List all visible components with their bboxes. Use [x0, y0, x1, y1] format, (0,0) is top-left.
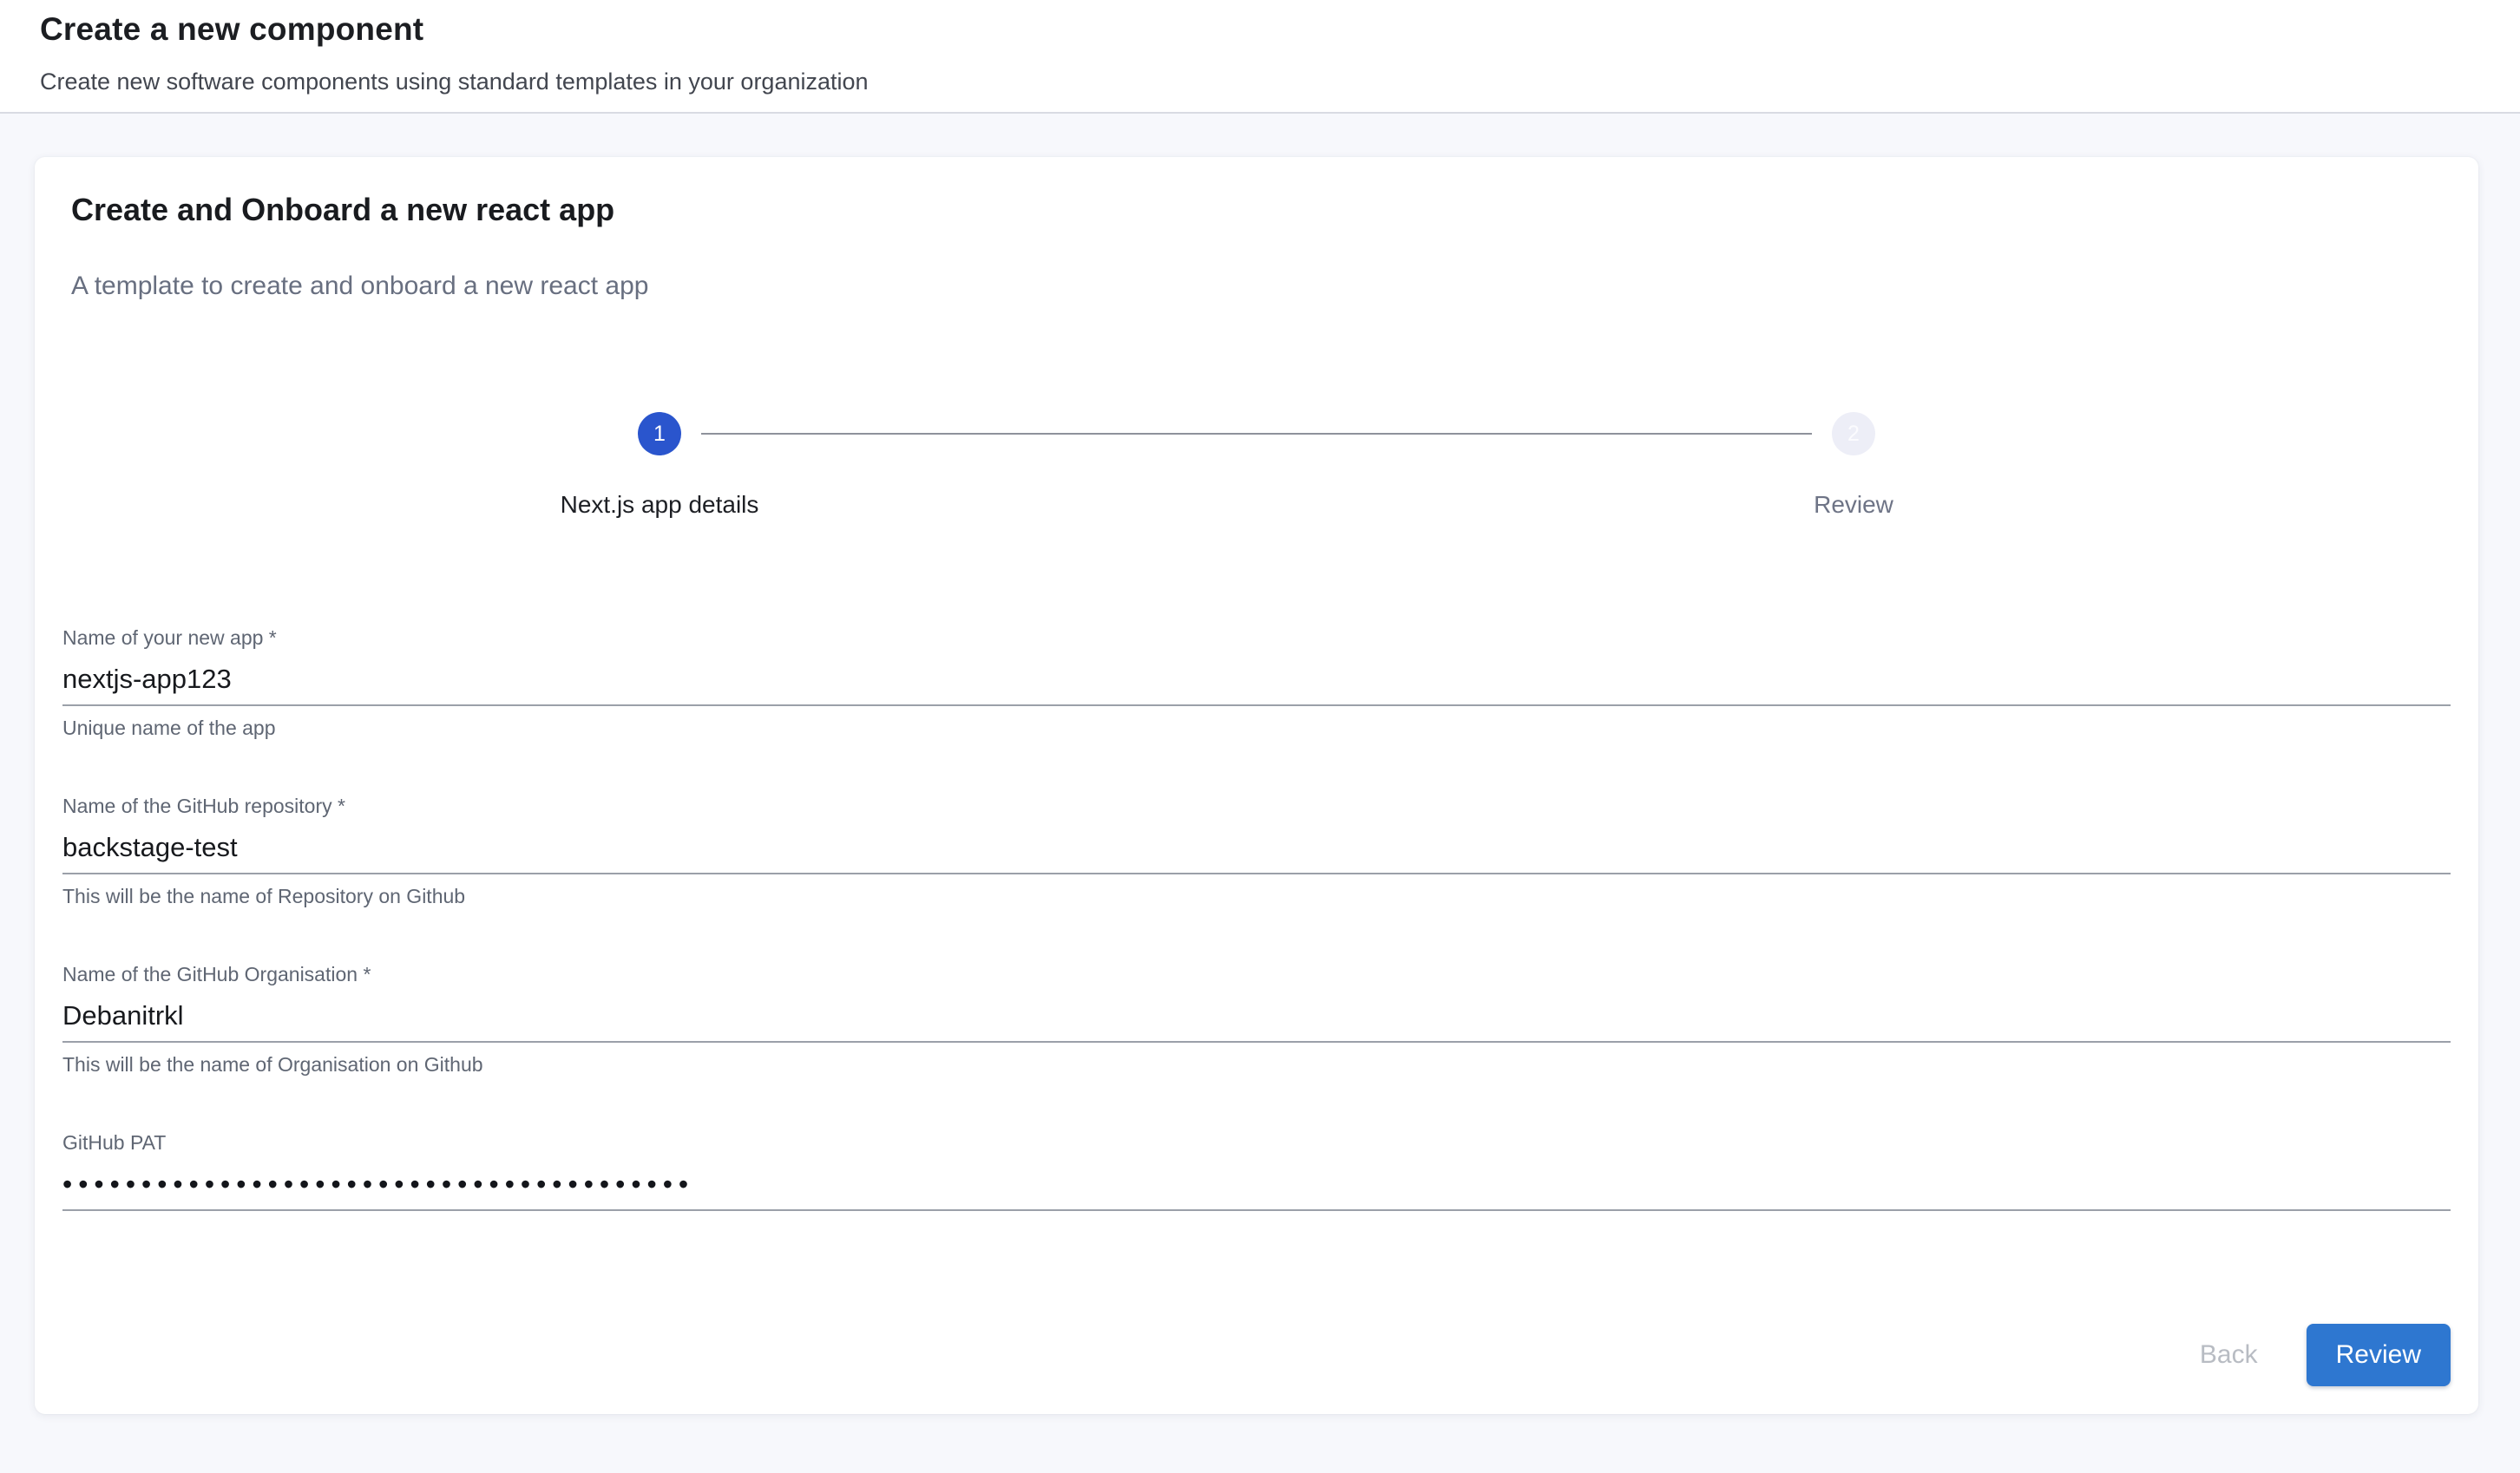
- stepper-step-nextjs-app-details: 1 Next.js app details: [62, 412, 1257, 518]
- step-1-label: Next.js app details: [561, 492, 759, 518]
- scaffolder-form: Name of your new app * Unique name of th…: [62, 626, 2451, 1211]
- step-2-circle: 2: [1832, 412, 1875, 455]
- field-github-organisation: Name of the GitHub Organisation * This w…: [62, 963, 2451, 1076]
- page-header: Create a new component Create new softwa…: [0, 0, 2520, 114]
- stepper: 1 Next.js app details 2 Review: [62, 412, 2451, 518]
- stepper-step-review: 2 Review: [1257, 412, 2451, 518]
- card-subtitle: A template to create and onboard a new r…: [71, 272, 2442, 301]
- back-button[interactable]: Back: [2191, 1328, 2267, 1382]
- github-organisation-label: Name of the GitHub Organisation *: [62, 963, 2451, 985]
- field-github-repository: Name of the GitHub repository * This wil…: [62, 795, 2451, 907]
- github-repository-input[interactable]: [62, 831, 2451, 874]
- github-pat-input[interactable]: [62, 1168, 2451, 1211]
- field-app-name: Name of your new app * Unique name of th…: [62, 626, 2451, 739]
- app-name-label: Name of your new app *: [62, 626, 2451, 649]
- step-2-label: Review: [1814, 492, 1893, 518]
- card-head: Create and Onboard a new react app A tem…: [62, 192, 2451, 301]
- page-title: Create a new component: [40, 10, 2480, 49]
- stepper-connector-line: [701, 433, 1812, 435]
- page-content: Create and Onboard a new react app A tem…: [0, 114, 2520, 1414]
- app-name-input[interactable]: [62, 663, 2451, 706]
- field-github-pat: GitHub PAT: [62, 1131, 2451, 1211]
- template-card: Create and Onboard a new react app A tem…: [35, 157, 2478, 1414]
- page-subtitle: Create new software components using sta…: [40, 68, 2480, 95]
- review-button[interactable]: Review: [2307, 1324, 2451, 1386]
- card-title: Create and Onboard a new react app: [71, 192, 2442, 228]
- github-organisation-input[interactable]: [62, 999, 2451, 1043]
- github-repository-helper: This will be the name of Repository on G…: [62, 885, 2451, 907]
- app-name-helper: Unique name of the app: [62, 717, 2451, 739]
- step-1-circle: 1: [638, 412, 681, 455]
- github-repository-label: Name of the GitHub repository *: [62, 795, 2451, 817]
- github-organisation-helper: This will be the name of Organisation on…: [62, 1053, 2451, 1076]
- github-pat-label: GitHub PAT: [62, 1131, 2451, 1154]
- form-actions: Back Review: [62, 1324, 2451, 1386]
